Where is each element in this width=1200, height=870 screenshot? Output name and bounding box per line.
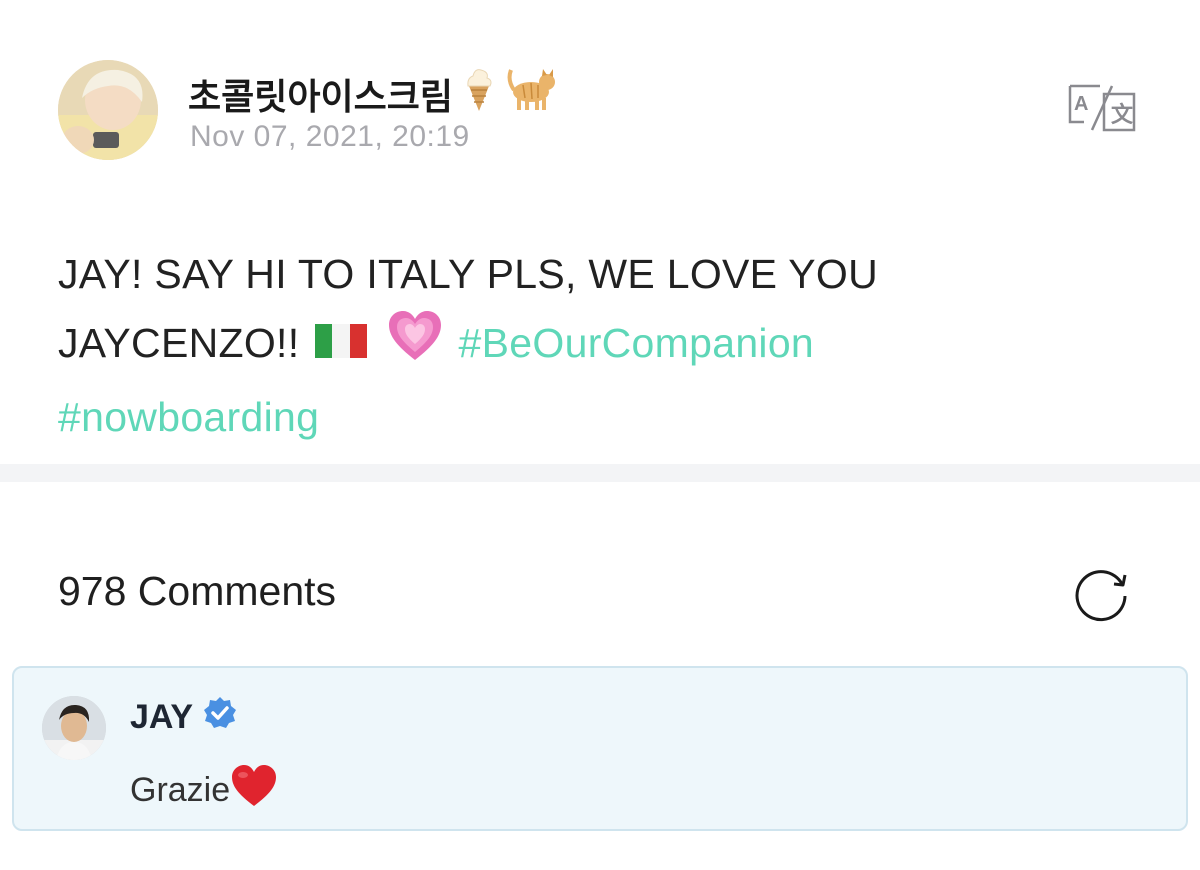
comment-author-name: JAY: [130, 698, 194, 736]
red-heart-icon: [230, 764, 278, 817]
author-avatar[interactable]: [58, 60, 158, 160]
post-date: Nov 07, 2021, 20:19: [190, 120, 470, 153]
post-body-line2: JAYCENZO!! #BeOurCompanion: [58, 309, 1158, 383]
svg-text:文: 文: [1111, 102, 1134, 128]
hashtag-link[interactable]: #nowboarding: [58, 394, 319, 440]
comment-text-body: Grazie: [130, 771, 231, 809]
section-divider: [0, 464, 1200, 482]
post-body-line3: #nowboarding: [58, 383, 1158, 452]
author-name[interactable]: 초콜릿아이스크림: [188, 66, 557, 121]
translate-icon: A 文: [1068, 84, 1136, 132]
verified-badge-icon: [203, 696, 237, 739]
comments-count: 978 Comments: [58, 568, 337, 614]
comment-text: Grazie: [130, 764, 278, 817]
italy-flag-icon: [315, 312, 368, 381]
post-body: JAY! SAY HI TO ITALY PLS, WE LOVE YOU JA…: [58, 240, 1158, 452]
comment-author[interactable]: JAY: [130, 696, 237, 739]
refresh-button[interactable]: [1070, 562, 1136, 624]
post-body-line1: JAY! SAY HI TO ITALY PLS, WE LOVE YOU: [58, 251, 879, 297]
comment-avatar[interactable]: [42, 696, 106, 760]
refresh-icon: [1075, 570, 1127, 622]
ice-cream-icon: [463, 66, 495, 121]
growing-heart-icon: [387, 310, 443, 383]
author-name-text: 초콜릿아이스크림: [188, 76, 453, 118]
svg-text:A: A: [1074, 93, 1088, 115]
translate-button[interactable]: A 文: [1066, 82, 1138, 134]
post-body-text: JAYCENZO!!: [58, 320, 300, 366]
post-header: 초콜릿아이스크림 Nov 07, 2021, 20:19 A 文: [58, 60, 1158, 170]
cat-icon: [505, 66, 557, 121]
hashtag-link[interactable]: #BeOurCompanion: [459, 320, 814, 366]
featured-comment[interactable]: JAY Grazie: [12, 666, 1188, 831]
